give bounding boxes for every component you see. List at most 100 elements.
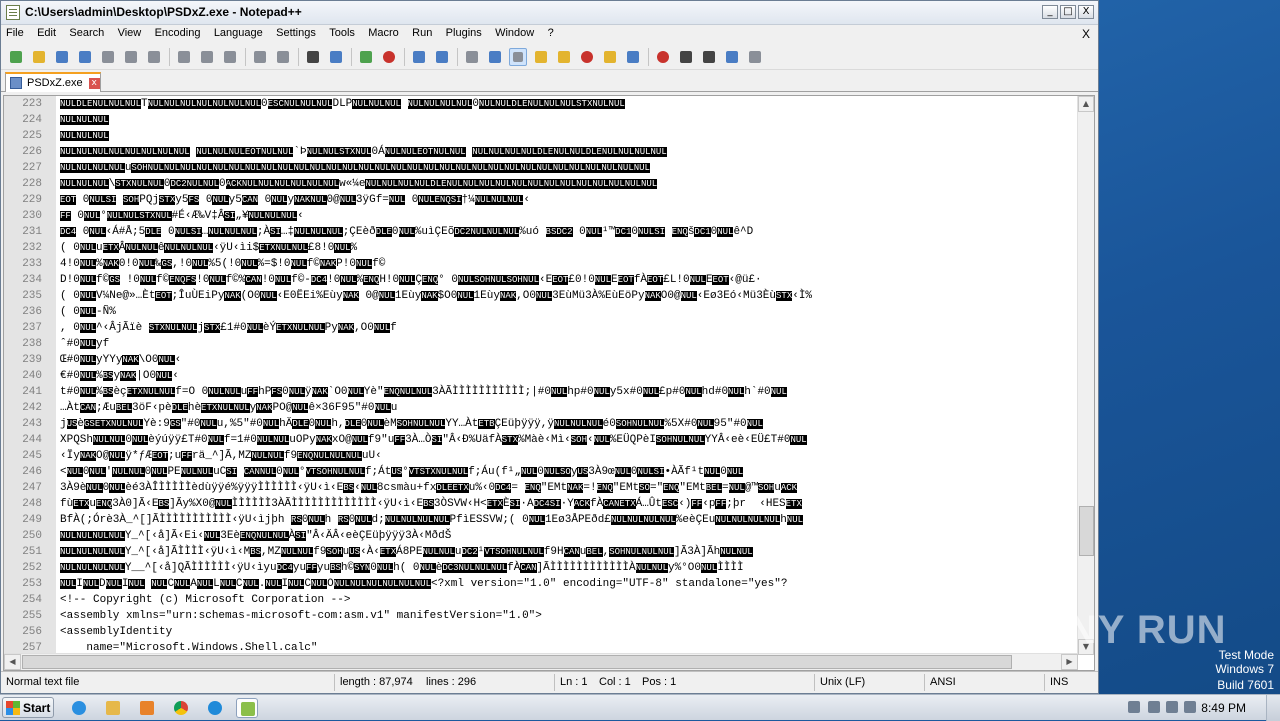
vertical-scroll-thumb[interactable] (1079, 506, 1094, 556)
close-all-icon[interactable] (122, 48, 140, 66)
horizontal-scroll-thumb[interactable] (22, 655, 1012, 669)
zoom-in-icon[interactable] (357, 48, 375, 66)
user-defined-language-icon[interactable] (532, 48, 550, 66)
line-text[interactable]: XPQShNULNUL0NULèýúÿÿ£T#0NULf=1#0NULNULuO… (60, 432, 1078, 448)
line-text[interactable]: ( 0NULV¼Ne@»…ÈtEOT;ÎuÙEiPyNAK(O0NUL‹E0ËE… (60, 288, 1078, 304)
editor-line[interactable]: 234 D!0NULf©GS !0NULf©ENQFS!0NULf©%CAN!0N… (4, 272, 1078, 288)
editor-line[interactable]: 252 NULNULNULNULY__^[‹å]QÃÌÌÌÌÌÌ‹ÿU‹ìyuDC… (4, 560, 1078, 576)
minimize-button[interactable]: _ (1042, 5, 1058, 19)
line-text[interactable]: D!0NULf©GS !0NULf©ENQFS!0NULf©%CAN!0NULf… (60, 272, 1078, 288)
editor-line[interactable]: 246 <NUL0NUL'NULNUL0NULPENULNULuCSI CANNU… (4, 464, 1078, 480)
editor-line[interactable]: 237 , 0NUL^‹ÂjÃïè STXNULNULjSTX£1#0NULèÝE… (4, 320, 1078, 336)
editor-line[interactable]: 229 EOT 0NULSI SOHPQjSTXy5FS 0NULy5CAN 0N… (4, 192, 1078, 208)
menu-window[interactable]: Window (490, 25, 539, 39)
editor-line[interactable]: 225 NULNULNUL (4, 128, 1078, 144)
scroll-up-icon[interactable]: ▲ (1078, 96, 1094, 112)
close-button[interactable]: X (1078, 5, 1094, 19)
editor-line[interactable]: 231 DC4 0NUL‹Á#Å;5DLE 0NULSI…NULNULNUL;ÀS… (4, 224, 1078, 240)
document-map-icon[interactable] (555, 48, 573, 66)
line-text[interactable]: ( 0NULuETXÂNULNULêNULNULNUL‹ÿU‹ìi$ETXNUL… (60, 240, 1078, 256)
run-macro-multiple-icon[interactable] (723, 48, 741, 66)
editor-line[interactable]: 230 FF 0NUL°NULNULSTXNUL#É‹Æ‰V‡ÂSI„¥NULNU… (4, 208, 1078, 224)
line-text[interactable]: 4!0NUL%NAK0!0NUL‰GS,!0NUL%5(!0NUL%=$!0NU… (60, 256, 1078, 272)
word-wrap-icon[interactable] (463, 48, 481, 66)
windows-explorer-icon[interactable] (102, 698, 124, 718)
editor-line[interactable]: 244 XPQShNULNUL0NULèýúÿÿ£T#0NULf=1#0NULNU… (4, 432, 1078, 448)
line-text[interactable]: NULDLENULNULNULTNULNULNULNULNULNULNUL0ES… (60, 96, 1078, 112)
line-text[interactable]: , 0NUL^‹ÂjÃïè STXNULNULjSTX£1#0NULèÝETXN… (60, 320, 1078, 336)
editor-line[interactable]: 250 NULNULNULNULY_^[‹å]Ã‹Ei‹NUL3EèENQNULN… (4, 528, 1078, 544)
editor-line[interactable]: 233 4!0NUL%NAK0!0NUL‰GS,!0NUL%5(!0NUL%=$!… (4, 256, 1078, 272)
editor-line[interactable]: 243 jUSèGSETXNULNULYè:9GS"#0NULu,%5"#0NUL… (4, 416, 1078, 432)
line-text[interactable]: FF 0NUL°NULNULSTXNUL#É‹Æ‰V‡ÂSI„¥NULNULNU… (60, 208, 1078, 224)
line-text[interactable]: ‹ÏyNAKO@NULÿ*ƒÆEOT;uFFrä_^]Ã,MZNULNULf9E… (60, 448, 1078, 464)
menu-plugins[interactable]: Plugins (441, 25, 487, 39)
indent-guide-icon[interactable] (509, 47, 527, 66)
scroll-left-icon[interactable]: ◀ (4, 654, 21, 670)
line-text[interactable]: ( 0NUL-Ñ% (60, 304, 1078, 320)
close-document-button[interactable]: X (1082, 27, 1090, 41)
line-text[interactable]: NULNULNUL (60, 112, 1078, 128)
vertical-scrollbar[interactable]: ▲ ▼ (1077, 96, 1094, 655)
editor-line[interactable]: 240 €#0NUL%BSyNAK|O0NUL‹ (4, 368, 1078, 384)
menu-file[interactable]: File (1, 25, 29, 39)
line-text[interactable]: EOT 0NULSI SOHPQjSTXy5FS 0NULy5CAN 0NULy… (60, 192, 1078, 208)
internet-explorer-icon[interactable] (68, 698, 90, 718)
line-text[interactable]: NULNULNUL (60, 128, 1078, 144)
monitoring-icon[interactable] (624, 48, 642, 66)
menu-view[interactable]: View (113, 25, 147, 39)
editor-line[interactable]: 228 NULNULNUL\STXNULNUL0DC2NULNUL0ACKNULN… (4, 176, 1078, 192)
tray-flag-icon[interactable] (1166, 701, 1178, 713)
menu-macro[interactable]: Macro (363, 25, 404, 39)
line-text[interactable]: <!-- Copyright (c) Microsoft Corporation… (60, 592, 1078, 608)
new-file-icon[interactable] (7, 48, 25, 66)
tray-volume-icon[interactable] (1184, 701, 1196, 713)
clock[interactable]: 8:49 PM (1201, 701, 1246, 715)
line-text[interactable]: DC4 0NUL‹Á#Å;5DLE 0NULSI…NULNULNUL;ÀSI…‡… (60, 224, 1078, 240)
chrome-icon[interactable] (170, 698, 192, 718)
print-icon[interactable] (145, 48, 163, 66)
line-text[interactable]: NULNULNULNULNULNULNULNUL NULNULNULEOTNUL… (60, 144, 1078, 160)
editor-line[interactable]: 247 3À9èNUL0NULèé3ÀÎÌÌÌÌÌèdùÿÿé%ÿÿÿÌÌÌÌÌÌ… (4, 480, 1078, 496)
menu-encoding[interactable]: Encoding (150, 25, 206, 39)
line-text[interactable]: NULINULDNULINUL NULCNULANULLNULCNUL.NULI… (60, 576, 1078, 592)
tab-psdxz-exe[interactable]: PSDxZ.exe x (5, 72, 101, 92)
line-text[interactable]: NULNULNULNULY_^[‹å]Ã‹Ei‹NUL3EèENQNULNULÀ… (60, 528, 1078, 544)
start-button[interactable]: Start (2, 697, 54, 718)
cut-icon[interactable] (175, 48, 193, 66)
line-text[interactable]: <NUL0NUL'NULNUL0NULPENULNULuCSI CANNUL0N… (60, 464, 1078, 480)
menu-edit[interactable]: Edit (32, 25, 61, 39)
editor-line[interactable]: 256 <assemblyIdentity (4, 624, 1078, 640)
line-text[interactable]: <assemblyIdentity (60, 624, 1078, 640)
menu-tools[interactable]: Tools (324, 25, 360, 39)
editor-line[interactable]: 223 NULDLENULNULNULTNULNULNULNULNULNULNUL… (4, 96, 1078, 112)
sync-horizontal-icon[interactable] (433, 48, 451, 66)
redo-icon[interactable] (274, 48, 292, 66)
editor-line[interactable]: 242 …ÀtCAN;ÆuBEL3öF‹pèDLEhèETXNULNULyNAKP… (4, 400, 1078, 416)
sync-vertical-icon[interactable] (410, 48, 428, 66)
zoom-out-icon[interactable] (380, 48, 398, 66)
horizontal-scrollbar[interactable]: ◀ ▶ (4, 653, 1078, 670)
editor[interactable]: 223 NULDLENULNULNULTNULNULNULNULNULNULNUL… (3, 95, 1095, 671)
line-text[interactable]: jUSèGSETXNULNULYè:9GS"#0NULu,%5"#0NULhÄD… (60, 416, 1078, 432)
line-text[interactable]: <assembly xmlns="urn:schemas-microsoft-c… (60, 608, 1078, 624)
copy-icon[interactable] (198, 48, 216, 66)
editor-lines[interactable]: 223 NULDLENULNULNULTNULNULNULNULNULNULNUL… (4, 96, 1078, 670)
tray-expand-icon[interactable] (1128, 701, 1140, 713)
line-text[interactable]: NULNULNUL\STXNULNUL0DC2NULNUL0ACKNULNULN… (60, 176, 1078, 192)
editor-line[interactable]: 251 NULNULNULNULY_^[‹å]ÃÌÌÌÌ‹ÿU‹ì‹MBS,MZN… (4, 544, 1078, 560)
scroll-right-icon[interactable]: ▶ (1061, 654, 1078, 670)
maximize-button[interactable]: □ (1060, 5, 1076, 19)
function-list-icon[interactable] (578, 48, 596, 66)
editor-line[interactable]: 254 <!-- Copyright (c) Microsoft Corporat… (4, 592, 1078, 608)
tray-network-icon[interactable] (1148, 701, 1160, 713)
show-desktop-button[interactable] (1266, 695, 1280, 721)
play-macro-icon[interactable] (700, 48, 718, 66)
record-macro-icon[interactable] (654, 48, 672, 66)
line-text[interactable]: NULNULNULNULY__^[‹å]QÃÌÌÌÌÌÌ‹ÿU‹ìyuDC4yu… (60, 560, 1078, 576)
editor-line[interactable]: 239 Œ#0NULyYYyNAK\O0NUL‹ (4, 352, 1078, 368)
editor-line[interactable]: 249 BfÀ(;Órè3À_^[]ÃÌÌÌÌÌÌÌÌÌÌÌ‹ÿU‹ìjþh RS… (4, 512, 1078, 528)
line-text[interactable]: Œ#0NULyYYyNAK\O0NUL‹ (60, 352, 1078, 368)
folder-as-workspace-icon[interactable] (601, 48, 619, 66)
line-text[interactable]: €#0NUL%BSyNAK|O0NUL‹ (60, 368, 1078, 384)
